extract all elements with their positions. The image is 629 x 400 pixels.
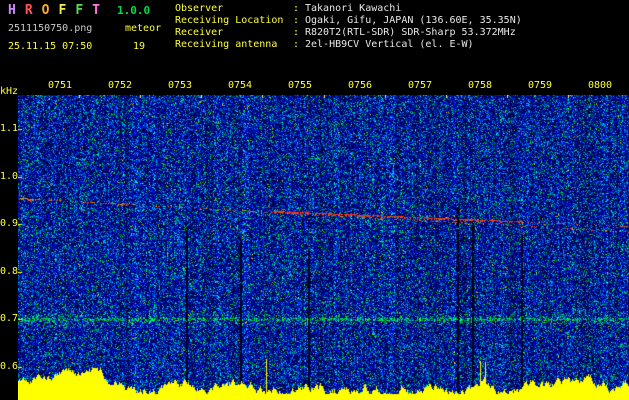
logo-letter: H bbox=[8, 3, 16, 18]
info-row-antenna: Receiving antenna:2el-HB9CV Vertical (el… bbox=[175, 39, 522, 51]
info-label: Observer bbox=[175, 3, 224, 14]
time-label: 0753 bbox=[168, 80, 193, 91]
logo-letter: O bbox=[41, 3, 50, 18]
freq-label: 0.8 bbox=[0, 266, 19, 277]
time-label: 0752 bbox=[108, 80, 133, 91]
mode-label: meteor bbox=[125, 23, 162, 34]
freq-label: 1.1 bbox=[0, 123, 19, 134]
info-value: R820T2(RTL-SDR) SDR-Sharp 53.372MHz bbox=[305, 27, 516, 38]
time-label: 0751 bbox=[48, 80, 73, 91]
freq-axis-unit: kHz bbox=[0, 86, 19, 97]
observation-datetime: 25.11.15 07:50 bbox=[8, 41, 93, 52]
logo-letter: R bbox=[24, 3, 33, 18]
time-label: 0800 bbox=[588, 80, 613, 91]
time-label: 0757 bbox=[408, 80, 433, 91]
freq-label: 0.7 bbox=[0, 313, 19, 324]
time-label: 0758 bbox=[468, 80, 493, 91]
logo-letter: F bbox=[75, 3, 84, 18]
info-value: 2el-HB9CV Vertical (el. E-W) bbox=[305, 39, 474, 50]
station-info: Observer: Takanori Kawachi Receiving Loca… bbox=[175, 3, 522, 51]
app-version: 1.0.0 bbox=[116, 4, 151, 17]
time-label: 0755 bbox=[288, 80, 313, 91]
app-logo: H R O F F T 1.0.0 bbox=[8, 4, 150, 18]
info-label: Receiving antenna bbox=[175, 39, 278, 50]
info-row-receiver: Receiver: R820T2(RTL-SDR) SDR-Sharp 53.37… bbox=[175, 27, 522, 39]
info-row-location: Receiving Location: Ogaki, Gifu, JAPAN (1… bbox=[175, 15, 522, 27]
freq-label: 1.0 bbox=[0, 171, 19, 182]
info-label: Receiving Location bbox=[175, 15, 284, 26]
logo-letter: T bbox=[92, 3, 100, 18]
info-separator: : bbox=[293, 27, 300, 38]
info-row-observer: Observer: Takanori Kawachi bbox=[175, 3, 522, 15]
info-separator: : bbox=[293, 15, 300, 26]
info-separator: : bbox=[293, 39, 300, 50]
info-value: Takanori Kawachi bbox=[305, 3, 402, 14]
info-label: Receiver bbox=[175, 27, 224, 38]
logo-letter: F bbox=[58, 3, 67, 18]
spectrogram-canvas bbox=[18, 95, 629, 400]
info-value: Ogaki, Gifu, JAPAN (136.60E, 35.35N) bbox=[305, 15, 522, 26]
time-label: 0759 bbox=[528, 80, 553, 91]
output-filename: 2511150750.png bbox=[8, 23, 93, 34]
time-label: 0756 bbox=[348, 80, 373, 91]
time-label: 0754 bbox=[228, 80, 253, 91]
freq-label: 0.6 bbox=[0, 361, 19, 372]
freq-label: 0.9 bbox=[0, 218, 19, 229]
hrofft-screenshot: H R O F F T 1.0.0 2511150750.png meteor 25.11.… bbox=[0, 0, 629, 400]
echo-count: 19 bbox=[133, 41, 146, 52]
info-separator: : bbox=[293, 3, 300, 14]
